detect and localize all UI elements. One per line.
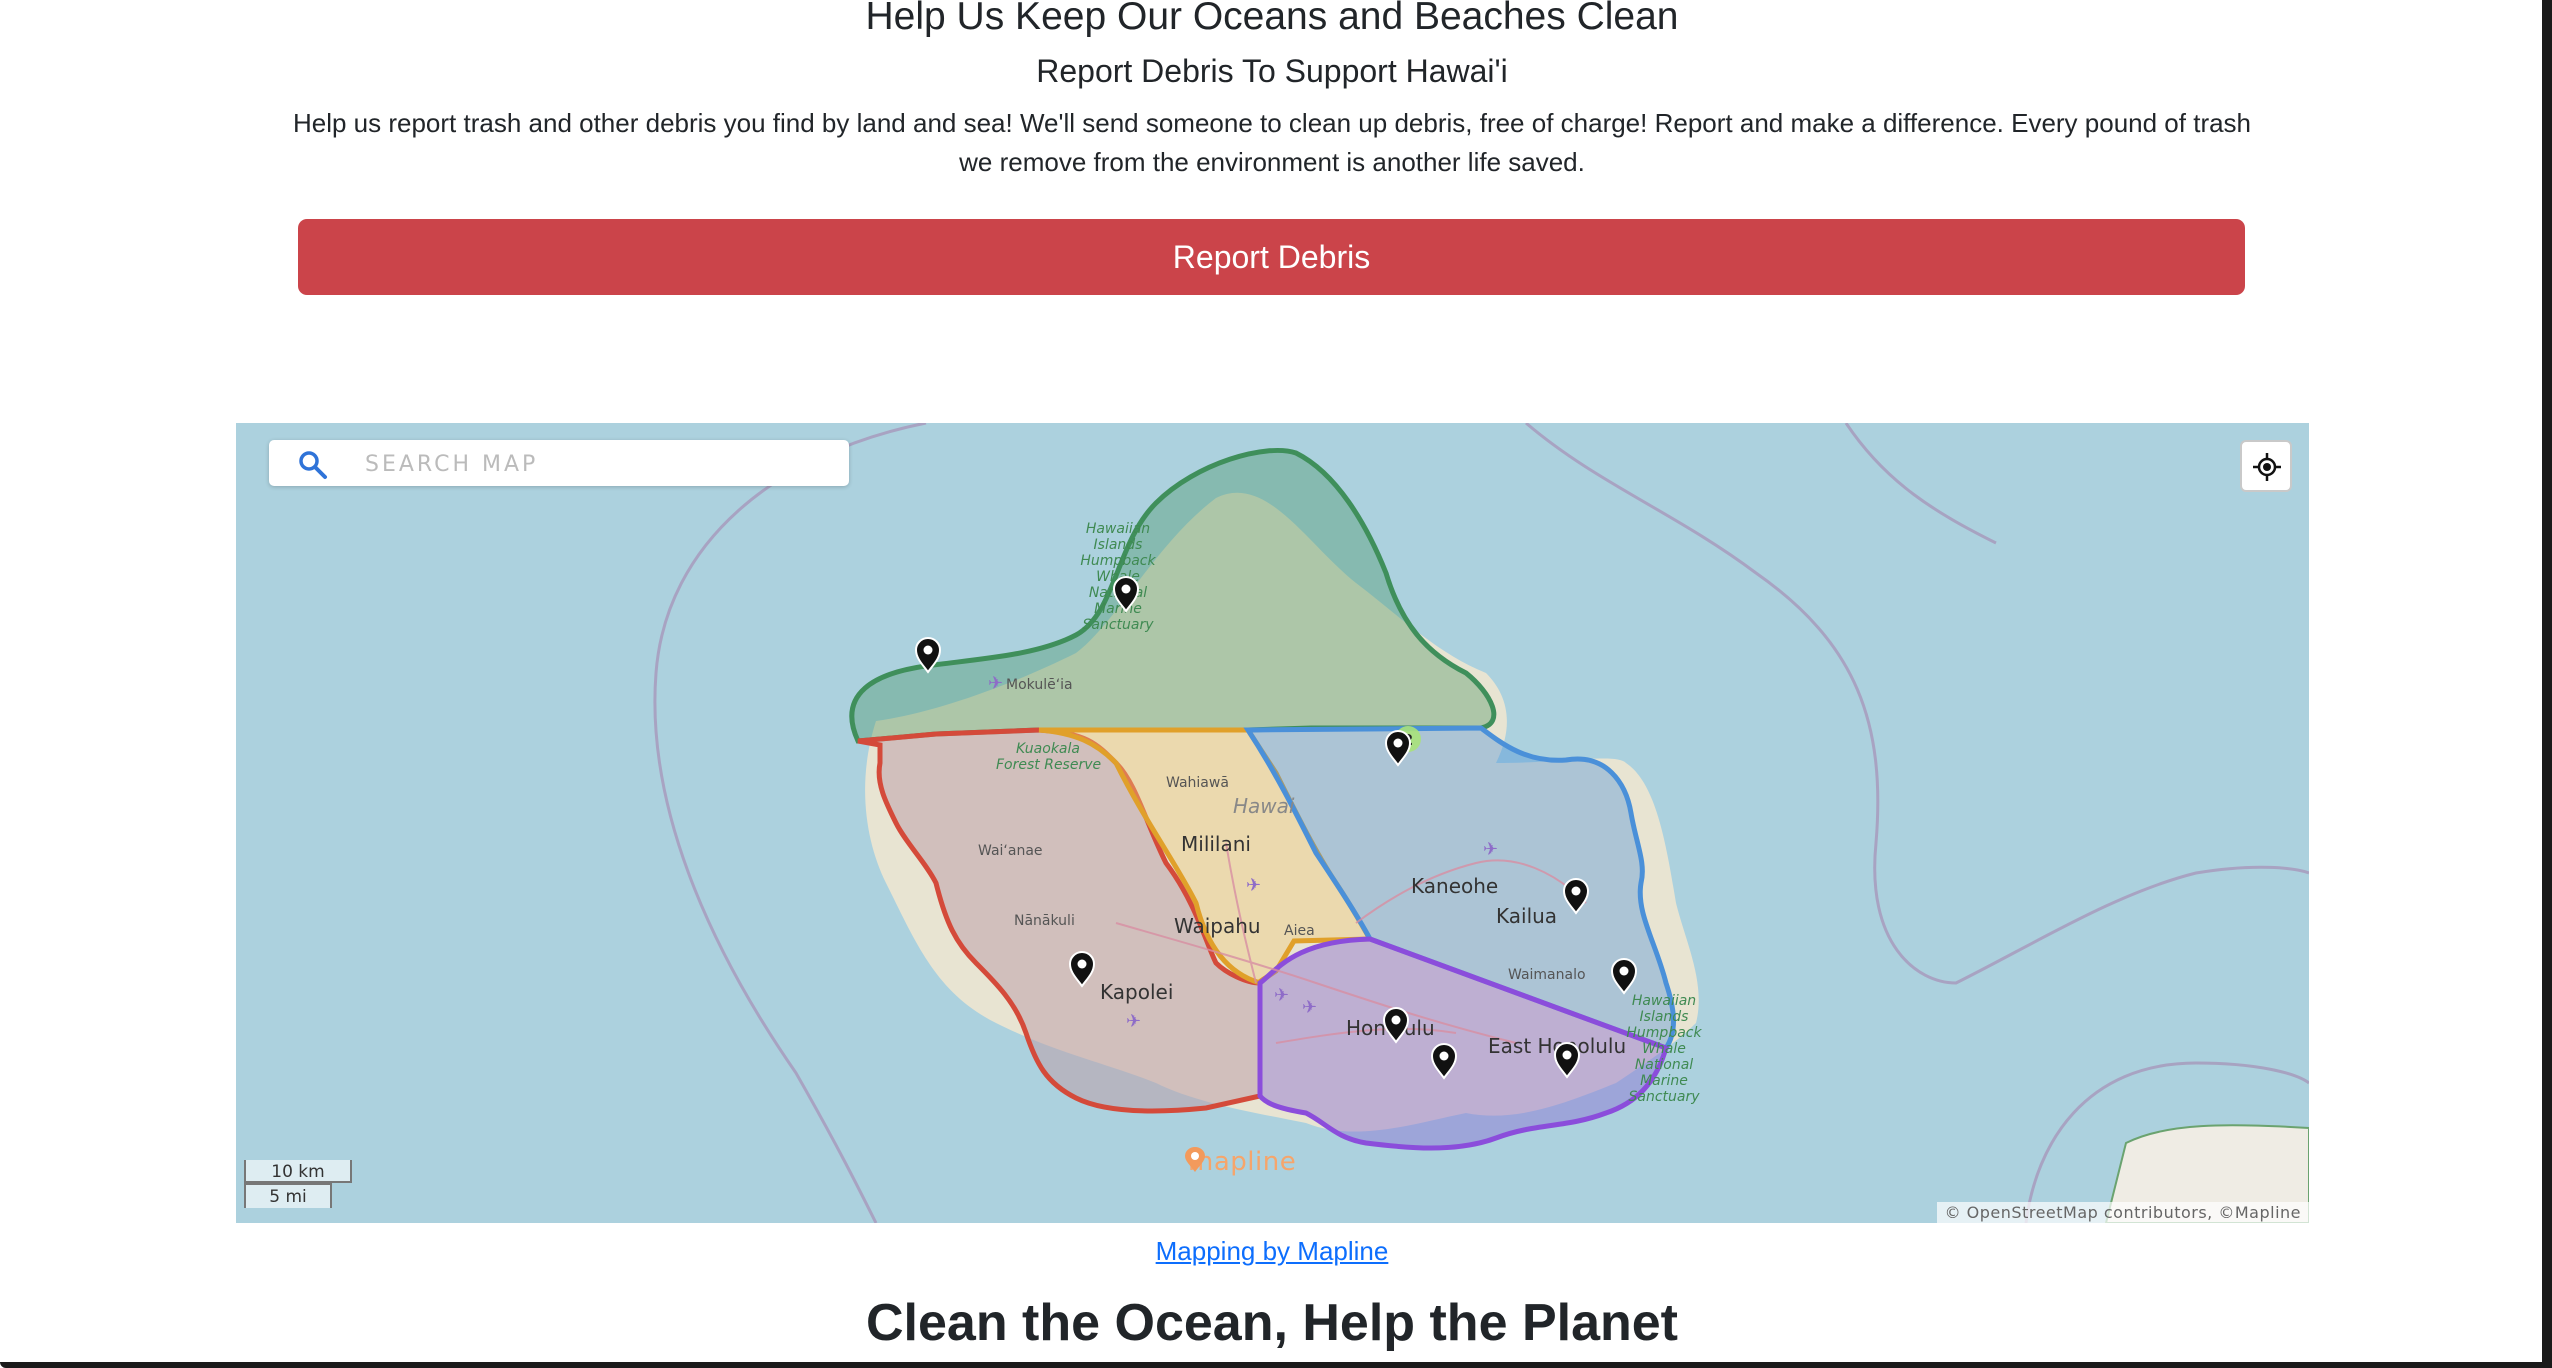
sanctuary-label-line: National <box>1635 1057 1693 1073</box>
airport-icon: ✈ <box>1302 997 1317 1018</box>
label-kapolei: Kapolei <box>1100 980 1173 1004</box>
sanctuary-label-line: Sanctuary <box>1082 617 1154 633</box>
airport-icon: ✈ <box>988 673 1003 694</box>
sanctuary-label-line: Whale <box>1642 1041 1686 1057</box>
label-kuaokala: Kuaokala <box>1016 741 1080 757</box>
mapline-watermark: mapline <box>1184 1147 1296 1177</box>
sanctuary-label-line: Islands <box>1094 537 1143 553</box>
label-waipahu: Waipahu <box>1174 914 1261 938</box>
label-hawaii: Hawai <box>1233 794 1295 818</box>
label-waianae: Wai‘anae <box>978 843 1043 859</box>
report-debris-button[interactable]: Report Debris <box>298 219 2245 295</box>
label-mililani: Mililani <box>1181 832 1251 856</box>
window-frame-bottom <box>0 1362 2552 1368</box>
map-scale-bar: 10 km 5 mi <box>244 1160 364 1216</box>
airport-icon: ✈ <box>1246 875 1261 896</box>
debris-map[interactable]: Mokulē‘ia Kuaokala Forest Reserve Wahiaw… <box>236 423 2309 1223</box>
label-aiea: Aiea <box>1284 923 1315 939</box>
map-attribution: © OpenStreetMap contributors, ©Mapline <box>1936 1202 2309 1223</box>
locate-me-button[interactable] <box>2240 440 2292 492</box>
label-mokuleia: Mokulē‘ia <box>1006 677 1073 693</box>
window-frame-right <box>2542 0 2552 1368</box>
crosshair-icon <box>2253 453 2281 481</box>
scale-mi-label: 5 mi <box>244 1183 332 1208</box>
page-title: Help Us Keep Our Oceans and Beaches Clea… <box>865 0 1679 38</box>
label-kaneohe: Kaneohe <box>1411 874 1498 898</box>
label-wahiawa: Wahiawā <box>1166 775 1229 791</box>
map-search-box[interactable] <box>269 440 849 486</box>
label-forest-reserve: Forest Reserve <box>996 757 1101 773</box>
section-title: Clean the Ocean, Help the Planet <box>866 1294 1678 1352</box>
label-kailua: Kailua <box>1496 904 1557 928</box>
sanctuary-label-line: Humpback <box>1626 1025 1702 1041</box>
map-canvas[interactable]: Mokulē‘ia Kuaokala Forest Reserve Wahiaw… <box>236 423 2309 1223</box>
airport-icon: ✈ <box>1274 985 1289 1006</box>
map-credit: Mapping by Mapline <box>0 1236 2544 1267</box>
map-search-input[interactable] <box>363 446 827 482</box>
page-description: Help us report trash and other debris yo… <box>292 108 2252 177</box>
label-waimanalo: Waimanalo <box>1508 967 1586 983</box>
region-north[interactable] <box>849 447 1497 744</box>
sanctuary-label-line: Marine <box>1094 601 1142 617</box>
label-nanakuli: Nānākuli <box>1014 913 1075 929</box>
airport-icon: ✈ <box>1126 1011 1141 1032</box>
sanctuary-label-line: Hawaiian <box>1086 521 1150 537</box>
sanctuary-label-line: Humpback <box>1080 553 1156 569</box>
sanctuary-label-line: Hawaiian <box>1632 993 1696 1009</box>
page-subtitle: Report Debris To Support Hawai'i <box>1036 53 1508 89</box>
sanctuary-label-line: Sanctuary <box>1628 1089 1700 1105</box>
airport-icon: ✈ <box>1483 839 1498 860</box>
mapline-credit-link[interactable]: Mapping by Mapline <box>1156 1236 1389 1266</box>
sanctuary-label-line: Marine <box>1640 1073 1688 1089</box>
sanctuary-label-line: Islands <box>1640 1009 1689 1025</box>
scale-km-label: 10 km <box>244 1160 352 1183</box>
